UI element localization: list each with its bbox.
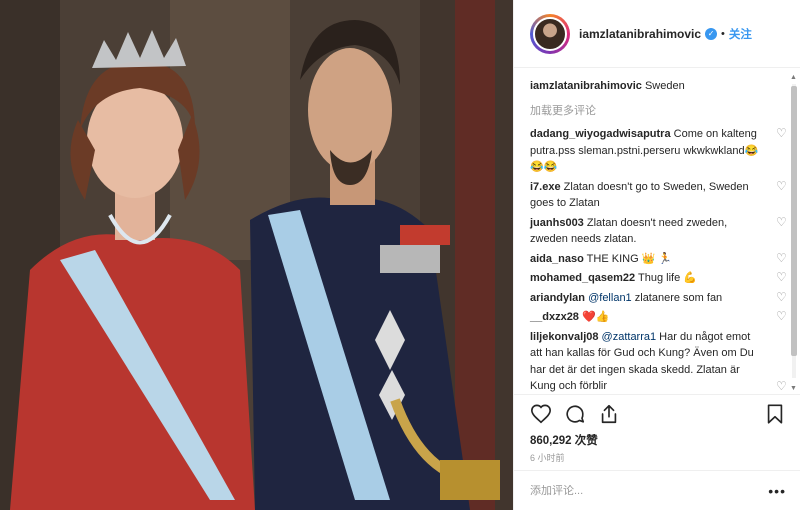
comment-text: zlatanere som fan xyxy=(631,291,723,304)
comment-text: Zlatan doesn't go to Sweden, Sweden goes… xyxy=(530,180,749,210)
verified-badge-icon: ✓ xyxy=(705,27,718,40)
comment-username[interactable]: __dxzx28 xyxy=(530,311,579,323)
comment-item: juanhs003 Zlatan doesn't need zweden, zw… xyxy=(530,215,787,248)
small-heart-icon[interactable]: ♡ xyxy=(776,126,788,140)
comment-username[interactable]: dadang_wiyogadwisaputra xyxy=(530,128,671,140)
comments-scrollbar[interactable]: ▲ ▼ xyxy=(789,74,798,392)
comment-item: aida_naso THE KING 👑 🏃 ♡ xyxy=(530,251,787,268)
small-heart-icon[interactable]: ♡ xyxy=(776,251,788,265)
comment-item: mohamed_qasem22 Thug life 💪 ♡ xyxy=(530,270,787,287)
small-heart-icon[interactable]: ♡ xyxy=(776,379,788,393)
comment-mention-link[interactable]: @zattarra1 xyxy=(602,331,657,343)
royal-portrait-image xyxy=(0,0,513,510)
small-heart-icon[interactable]: ♡ xyxy=(776,179,788,193)
follow-button[interactable]: 关注 xyxy=(729,26,752,42)
comment-username[interactable]: ariandylan xyxy=(530,292,585,304)
comment-username[interactable]: juanhs003 xyxy=(530,217,584,229)
comment-text: THE KING 👑 🏃 xyxy=(586,252,673,265)
small-heart-icon[interactable]: ♡ xyxy=(776,290,788,304)
post-actions-bar xyxy=(514,394,800,432)
post-side-panel: iamzlatanibrahimovic ✓ • 关注 iamzlatanibr… xyxy=(513,0,800,510)
comment-text: Thug life 💪 xyxy=(638,272,697,284)
heart-icon[interactable] xyxy=(530,403,552,425)
post-timestamp[interactable]: 6 小时前 xyxy=(514,450,800,470)
comment-username[interactable]: aida_naso xyxy=(530,253,584,265)
caption-text: Sweden xyxy=(644,80,685,92)
avatar-image xyxy=(533,16,567,51)
likes-count[interactable]: 860,292 次赞 xyxy=(514,432,800,450)
comment-username[interactable]: mohamed_qasem22 xyxy=(530,272,635,284)
add-comment-bar: ••• xyxy=(514,470,800,510)
comment-item: ariandylan @fellan1 zlatanere som fan ♡ xyxy=(530,290,787,307)
post-caption: iamzlatanibrahimovic Sweden xyxy=(530,78,772,94)
scroll-down-arrow-icon[interactable]: ▼ xyxy=(790,385,797,392)
add-comment-input[interactable] xyxy=(530,484,769,497)
small-heart-icon[interactable]: ♡ xyxy=(776,270,788,284)
comment-item: dadang_wiyogadwisaputra Come on kalteng … xyxy=(530,126,787,176)
scroll-up-arrow-icon[interactable]: ▲ xyxy=(790,74,797,81)
comment-item: i7.exe Zlatan doesn't go to Sweden, Swed… xyxy=(530,179,787,212)
post-header: iamzlatanibrahimovic ✓ • 关注 xyxy=(514,0,800,68)
scrollbar-thumb[interactable] xyxy=(791,86,797,356)
share-icon[interactable] xyxy=(598,403,620,425)
bookmark-icon[interactable] xyxy=(764,403,786,425)
comment-username[interactable]: liljekonvalj08 xyxy=(530,331,598,343)
comments-list[interactable]: iamzlatanibrahimovic Sweden 加载更多评论 dadan… xyxy=(514,68,800,394)
author-avatar[interactable] xyxy=(530,13,570,54)
caption-username[interactable]: iamzlatanibrahimovic xyxy=(530,80,642,92)
comment-icon[interactable] xyxy=(564,403,586,425)
comment-username[interactable]: i7.exe xyxy=(530,181,561,193)
load-more-comments-button[interactable]: 加载更多评论 xyxy=(530,102,772,118)
more-options-icon[interactable]: ••• xyxy=(768,483,786,499)
small-heart-icon[interactable]: ♡ xyxy=(776,215,788,229)
post-photo[interactable] xyxy=(0,0,513,510)
comment-text: ❤️👍 xyxy=(582,311,610,323)
small-heart-icon[interactable]: ♡ xyxy=(776,309,788,323)
comment-item: __dxzx28 ❤️👍 ♡ xyxy=(530,309,787,326)
author-username[interactable]: iamzlatanibrahimovic xyxy=(579,27,701,41)
instagram-post: iamzlatanibrahimovic ✓ • 关注 iamzlatanibr… xyxy=(0,0,800,510)
header-separator: • xyxy=(721,27,725,40)
comment-item: liljekonvalj08 @zattarra1 Har du något e… xyxy=(530,329,787,395)
comment-mention-link[interactable]: @fellan1 xyxy=(588,292,632,304)
